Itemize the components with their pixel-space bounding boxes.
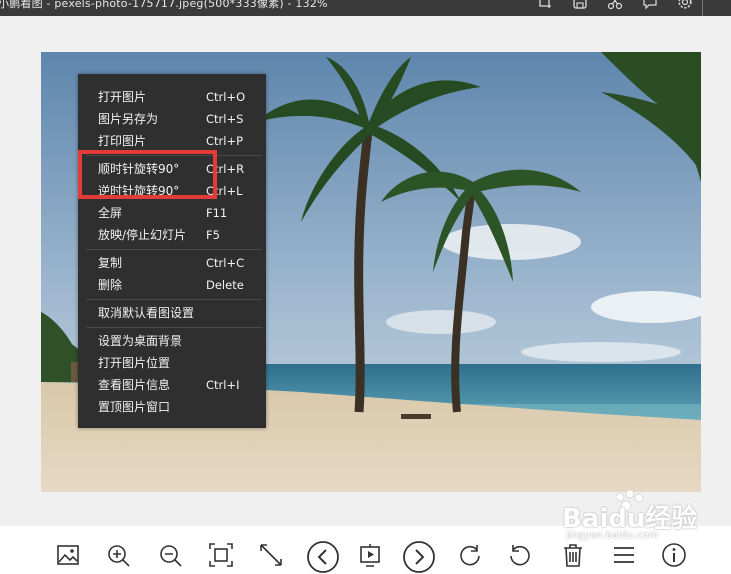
menu-item-shortcut: Delete [206, 278, 244, 292]
rotate-counterclockwise-icon[interactable] [507, 542, 533, 568]
menu-item-label: 打开图片 [98, 90, 147, 104]
menu-item-shortcut: Ctrl+C [206, 256, 245, 270]
menu-item-shortcut: Ctrl+S [206, 112, 244, 126]
menu-item-label: 取消默认看图设置 [98, 306, 195, 320]
crop-icon[interactable] [536, 0, 554, 16]
menu-separator [86, 299, 262, 300]
menu-item-print-image[interactable]: 打印图片 Ctrl+P [78, 130, 266, 152]
watermark-url: jingyan.baidu.com [566, 530, 659, 541]
menu-item-shortcut: Ctrl+O [206, 90, 246, 104]
next-icon[interactable] [402, 540, 436, 574]
fit-screen-icon[interactable] [208, 542, 234, 568]
menu-item-label: 打印图片 [98, 134, 147, 148]
menu-item-cancel-default-viewer[interactable]: 取消默认看图设置 [78, 302, 266, 324]
menu-item-shortcut: Ctrl+I [206, 378, 240, 392]
menu-item-pin-window[interactable]: 置顶图片窗口 [78, 396, 266, 418]
menu-item-label: 复制 [98, 256, 123, 270]
menu-item-open-image[interactable]: 打开图片 Ctrl+O [78, 86, 266, 108]
menu-item-shortcut: F11 [206, 206, 228, 220]
feedback-icon[interactable] [641, 0, 659, 16]
settings-icon[interactable] [676, 0, 694, 16]
scissors-icon[interactable] [606, 0, 624, 16]
menu-item-image-info[interactable]: 查看图片信息 Ctrl+I [78, 374, 266, 396]
menu-item-label: 打开图片位置 [98, 356, 171, 370]
menu-item-label: 设置为桌面背景 [98, 334, 183, 348]
menu-separator [86, 327, 262, 328]
image-viewer-area[interactable]: 打开图片 Ctrl+O 图片另存为 Ctrl+S 打印图片 Ctrl+P 顺时针… [0, 16, 731, 526]
rotate-clockwise-icon[interactable] [457, 542, 483, 568]
menu-item-slideshow[interactable]: 放映/停止幻灯片 F5 [78, 224, 266, 246]
menu-item-label: 全屏 [98, 206, 123, 220]
menu-item-set-wallpaper[interactable]: 设置为桌面背景 [78, 330, 266, 352]
zoom-out-icon[interactable] [157, 542, 183, 568]
title-bar: 小鹏看图 - pexels-photo-175717.jpeg(500*333像… [0, 0, 731, 16]
zoom-in-icon[interactable] [105, 542, 131, 568]
menu-item-fullscreen[interactable]: 全屏 F11 [78, 202, 266, 224]
menu-item-copy[interactable]: 复制 Ctrl+C [78, 252, 266, 274]
menu-item-label: 删除 [98, 278, 123, 292]
menu-item-label: 查看图片信息 [98, 378, 171, 392]
slideshow-icon[interactable] [357, 542, 383, 568]
expand-icon[interactable] [258, 542, 284, 568]
context-menu: 打开图片 Ctrl+O 图片另存为 Ctrl+S 打印图片 Ctrl+P 顺时针… [78, 74, 266, 428]
save-icon[interactable] [571, 0, 589, 16]
baidu-watermark: Baidu经验 jingyan.baidu.com [560, 488, 730, 548]
menu-item-label: 放映/停止幻灯片 [98, 228, 187, 242]
highlight-box [78, 150, 217, 199]
menu-item-save-as[interactable]: 图片另存为 Ctrl+S [78, 108, 266, 130]
menu-item-shortcut: Ctrl+P [206, 134, 244, 148]
menu-item-open-location[interactable]: 打开图片位置 [78, 352, 266, 374]
menu-item-label: 置顶图片窗口 [98, 400, 171, 414]
image-icon[interactable] [55, 542, 81, 568]
menu-item-delete[interactable]: 删除 Delete [78, 274, 266, 296]
window-title: 小鹏看图 - pexels-photo-175717.jpeg(500*333像… [0, 0, 328, 10]
menu-item-label: 图片另存为 [98, 112, 159, 126]
window-controls[interactable] [713, 0, 731, 16]
menu-item-shortcut: F5 [206, 228, 220, 242]
title-bar-divider [702, 0, 703, 16]
previous-icon[interactable] [306, 540, 340, 574]
menu-separator [86, 249, 262, 250]
